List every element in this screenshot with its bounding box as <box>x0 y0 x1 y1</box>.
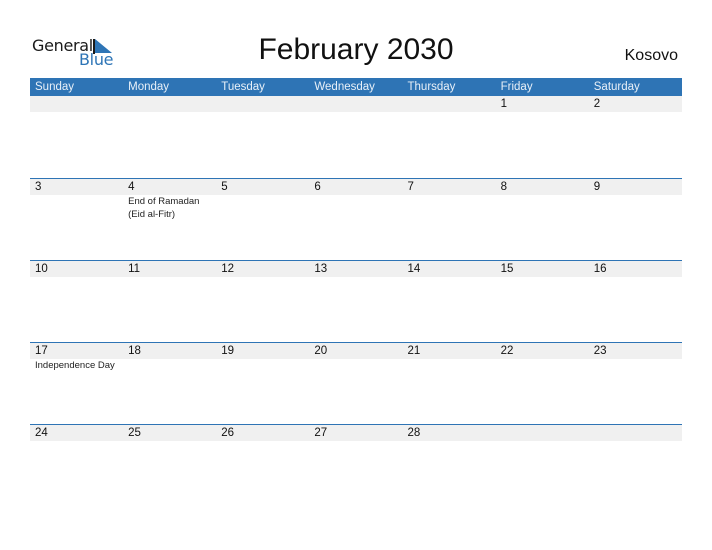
weekday-friday: Friday <box>500 81 533 93</box>
day-number: 24 <box>35 427 48 439</box>
week-cells: 24 25 26 27 28 <box>30 425 682 441</box>
day-number: 23 <box>593 345 607 357</box>
day-number: 21 <box>407 345 421 357</box>
day-cell: 15 <box>496 261 589 277</box>
day-number: 13 <box>314 263 328 275</box>
day-cell: 18 <box>123 343 216 372</box>
country-label: Kosovo <box>624 47 678 64</box>
day-cell: 22 <box>496 343 589 372</box>
day-number: 7 <box>407 181 414 193</box>
day-number: 12 <box>221 263 235 275</box>
day-number: 16 <box>593 263 607 275</box>
day-cell: 8 <box>496 179 589 221</box>
day-number: 19 <box>221 345 235 357</box>
week-cells: 3 4 End of Ramadan (Eid al-Fitr) 5 6 7 8 9 <box>30 179 682 221</box>
week-cells: 10 11 12 13 14 15 16 <box>30 261 682 277</box>
day-cell: 19 <box>216 343 309 372</box>
day-cell: 24 <box>30 425 123 441</box>
day-cell: 14 <box>403 261 496 277</box>
calendar-grid: Sunday Monday Tuesday Wednesday Thursday… <box>30 78 682 506</box>
day-cell: 27 <box>309 425 402 441</box>
weeks-container: 1 2 3 4 End of Ramadan (Eid al-Fitr) 5 6 7 8 9 10 1… <box>30 96 682 506</box>
day-number <box>314 96 402 112</box>
day-cell: 10 <box>30 261 123 277</box>
day-cell: 11 <box>123 261 216 277</box>
day-number: 11 <box>128 263 141 275</box>
day-number: 9 <box>593 181 601 193</box>
day-number <box>128 96 216 112</box>
day-cell <box>123 96 216 112</box>
week-cells: 17 Independence Day 18 19 20 21 22 23 <box>30 343 682 372</box>
day-number: 5 <box>221 181 228 193</box>
day-number <box>501 425 589 441</box>
holiday-label: Independence Day <box>35 360 115 371</box>
weekday-sunday: Sunday <box>35 81 75 93</box>
day-cell: 28 <box>403 425 496 441</box>
day-number <box>594 425 682 441</box>
day-number: 18 <box>128 345 141 357</box>
day-number: 20 <box>314 345 328 357</box>
day-cell: 4 End of Ramadan (Eid al-Fitr) <box>123 179 216 221</box>
day-number: 25 <box>128 427 141 439</box>
day-cell: 25 <box>123 425 216 441</box>
day-number: 6 <box>314 181 321 193</box>
day-cell: 2 <box>589 96 682 112</box>
day-number: 15 <box>500 263 514 275</box>
day-number: 10 <box>35 263 48 275</box>
weekday-saturday: Saturday <box>593 81 640 93</box>
day-number: 27 <box>314 427 328 439</box>
day-number: 26 <box>221 427 235 439</box>
day-cell <box>496 425 589 441</box>
day-number: 1 <box>500 98 508 110</box>
week-row: 3 4 End of Ramadan (Eid al-Fitr) 5 6 7 8 9 <box>30 178 682 260</box>
day-cell: 6 <box>309 179 402 221</box>
day-cell <box>216 96 309 112</box>
day-number: 17 <box>35 345 48 357</box>
day-cell <box>403 96 496 112</box>
day-cell <box>309 96 402 112</box>
day-number <box>408 96 496 112</box>
day-number: 8 <box>500 181 508 193</box>
weekday-thursday: Thursday <box>407 81 456 93</box>
day-cell: 5 <box>216 179 309 221</box>
day-number: 2 <box>593 98 601 110</box>
holiday-label: End of Ramadan (Eid al-Fitr) <box>128 196 200 220</box>
weekday-header: Sunday Monday Tuesday Wednesday Thursday… <box>30 78 682 96</box>
day-number <box>35 96 123 112</box>
day-cell: 26 <box>216 425 309 441</box>
weekday-monday: Monday <box>128 81 170 93</box>
week-row: 17 Independence Day 18 19 20 21 22 23 <box>30 342 682 424</box>
day-cell: 21 <box>403 343 496 372</box>
day-number: 4 <box>128 181 135 193</box>
day-number: 14 <box>407 263 421 275</box>
week-row: 24 25 26 27 28 <box>30 424 682 506</box>
week-cells: 12 <box>30 96 682 112</box>
day-cell <box>589 425 682 441</box>
day-cell: 12 <box>216 261 309 277</box>
day-cell: 13 <box>309 261 402 277</box>
week-row: 12 <box>30 96 682 178</box>
day-cell: 3 <box>30 179 123 221</box>
day-cell: 7 <box>403 179 496 221</box>
day-number: 22 <box>500 345 514 357</box>
weekday-wednesday: Wednesday <box>314 81 375 93</box>
day-cell: 16 <box>589 261 682 277</box>
day-number: 28 <box>407 427 421 439</box>
calendar-title: February 2030 <box>258 33 454 66</box>
day-number: 3 <box>35 181 42 193</box>
day-cell: 9 <box>589 179 682 221</box>
day-cell: 20 <box>309 343 402 372</box>
day-cell: 23 <box>589 343 682 372</box>
weekday-tuesday: Tuesday <box>221 81 265 93</box>
day-number <box>221 96 309 112</box>
day-cell <box>30 96 123 112</box>
day-cell: 1 <box>496 96 589 112</box>
week-row: 10 11 12 13 14 15 16 <box>30 260 682 342</box>
day-cell: 17 Independence Day <box>30 343 123 372</box>
